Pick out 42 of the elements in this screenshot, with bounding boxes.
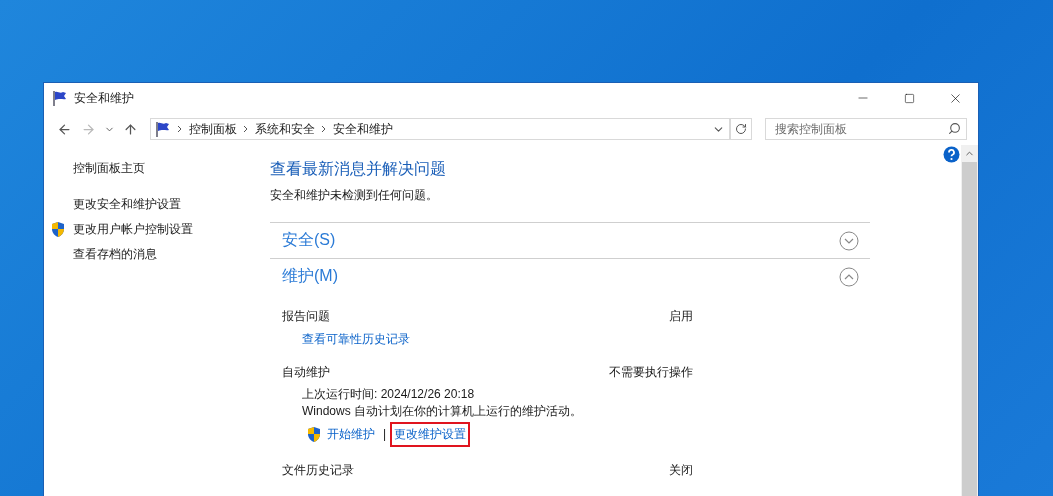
breadcrumb[interactable]: 安全和维护 (333, 120, 393, 138)
action-link[interactable]: 开始维护 (302, 421, 379, 447)
flag-icon (155, 121, 171, 137)
sidebar-link[interactable]: 控制面板主页 (44, 156, 270, 181)
action-link[interactable]: 更改维护设置 (390, 421, 471, 447)
item-label: 文件历史记录 (282, 461, 354, 479)
search-field[interactable]: 搜索控制面板 (765, 118, 967, 140)
sidebar-link[interactable]: 查看存档的消息 (44, 242, 270, 267)
page-heading: 查看最新消息并解决问题 (270, 159, 447, 179)
item-status: 关闭 (669, 461, 693, 479)
link-separator: | (383, 427, 387, 441)
history-link[interactable]: 查看可靠性历史记录 (302, 328, 870, 350)
section-header[interactable]: 维护(M) (270, 259, 870, 294)
expand-icon (839, 230, 859, 251)
maximize-icon (903, 92, 915, 104)
refresh-icon (735, 123, 747, 135)
scroll-thumb[interactable] (962, 162, 977, 496)
sidebar-link[interactable]: 更改安全和维护设置 (44, 192, 270, 217)
forward-arrow-icon (80, 121, 96, 137)
item-label: 自动维护 (282, 363, 330, 381)
chevron-icon (321, 125, 327, 133)
chevron-icon (177, 125, 183, 133)
refresh-button[interactable] (730, 118, 752, 140)
description-text: Windows 自动计划在你的计算机上运行的维护活动。 (302, 403, 583, 420)
sidebar-link[interactable]: 更改用户帐户控制设置 (44, 217, 270, 242)
flag-icon (52, 90, 68, 106)
section-header[interactable]: 安全(S) (270, 223, 870, 258)
help-icon[interactable] (943, 146, 960, 163)
search-icon (948, 122, 961, 135)
item-label: 报告问题 (282, 307, 330, 325)
item-status: 启用 (669, 307, 693, 325)
collapse-icon (839, 266, 859, 287)
scrollbar[interactable] (961, 145, 978, 496)
description-text: 上次运行时间: 2024/12/26 20:18 (302, 386, 476, 403)
item-status: 不需要执行操作 (609, 363, 693, 381)
shield-icon (50, 221, 66, 238)
window-title: 安全和维护 (74, 89, 135, 107)
breadcrumb[interactable]: 系统和安全 (255, 120, 315, 138)
breadcrumb[interactable]: 控制面板 (189, 120, 237, 138)
summary-text: 安全和维护未检测到任何问题。 (270, 187, 439, 204)
address-bar[interactable]: 控制面板 系统和安全 安全和维护 (150, 118, 730, 140)
chevron-icon (243, 125, 249, 133)
